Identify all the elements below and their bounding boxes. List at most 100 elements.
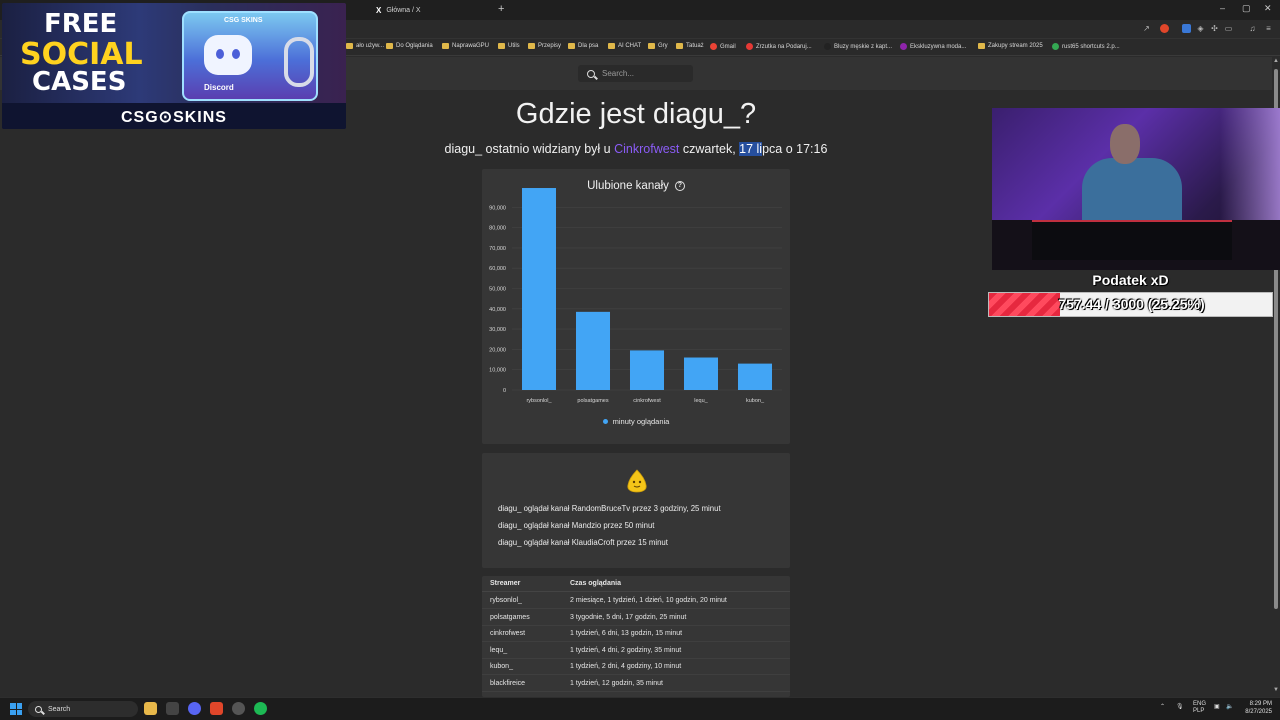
bookmark-item[interactable]: Gmail xyxy=(710,43,736,50)
language-indicator[interactable]: ENG PLP xyxy=(1193,701,1206,715)
watch-time-cell: 1 tydzień, 2 dni, 4 godziny, 10 minut xyxy=(570,663,682,670)
bookmark-item[interactable]: rust65 shortcuts 2.p... xyxy=(1052,43,1120,50)
sidebar-icon[interactable]: ▭ xyxy=(1224,24,1233,33)
search-box[interactable] xyxy=(578,65,693,82)
table-row: lequ_ 1 tydzień, 4 dni, 2 godziny, 35 min… xyxy=(482,643,790,659)
table-row: cinkrofwest 1 tydzień, 6 dni, 13 godzin, … xyxy=(482,626,790,642)
microphone-icon[interactable]: 🎙 xyxy=(1176,703,1184,710)
bar-polsatgames[interactable] xyxy=(575,311,611,390)
bar-cinkrofwest[interactable] xyxy=(629,350,665,390)
bookmark-item[interactable]: Gry xyxy=(648,43,668,49)
favorite-channels-chart: 0 10,000 20,000 30,000 40,000 50,000 60,000 70,… xyxy=(489,188,782,404)
goal-title: Podatek xD xyxy=(1092,272,1169,288)
puzzle-icon[interactable]: ✣ xyxy=(1210,24,1219,33)
favorite-channels-card: 0 10,000 20,000 30,000 40,000 50,000 60,000 70,… xyxy=(482,169,790,444)
header-watch-time[interactable]: Czas oglądania xyxy=(570,580,621,587)
bookmark-item[interactable]: Ekskluzywna moda... xyxy=(900,43,966,50)
zrzutka-icon xyxy=(746,43,753,50)
spotify-icon[interactable] xyxy=(254,702,267,715)
taskbar-clock[interactable]: 8:29 PM 8/27/2025 xyxy=(1240,700,1272,716)
bookmark-item[interactable]: ało używ... xyxy=(346,43,384,49)
volume-icon[interactable]: 🔈 xyxy=(1226,703,1233,710)
browser-tab-x[interactable]: X Główna / X xyxy=(376,2,421,18)
chart-legend[interactable]: minuty oglądania xyxy=(482,417,790,426)
bookmark-item[interactable]: AI CHAT xyxy=(608,43,641,49)
bookmark-item[interactable]: Dla psa xyxy=(568,43,598,49)
streamer-cell: blackfireice xyxy=(490,679,526,687)
table-header-row: Streamer Czas oglądania xyxy=(482,576,790,592)
tray-chevron-icon[interactable]: ⌃ xyxy=(1160,703,1165,710)
brave-browser-icon[interactable] xyxy=(210,702,223,715)
fashion-icon xyxy=(900,43,907,50)
minimize-button[interactable]: – xyxy=(1220,3,1225,13)
y-tick-label: 30,000 xyxy=(489,327,506,333)
share-icon[interactable]: ↗ xyxy=(1142,24,1151,33)
search-input[interactable] xyxy=(602,69,682,78)
taskbar-search-label: Search xyxy=(48,705,71,713)
bookmark-item[interactable]: Przepisy xyxy=(528,43,561,49)
legend-marker xyxy=(602,419,608,424)
promo-brand: CSG⊙SKINS xyxy=(121,109,227,126)
bookmark-label: Zakupy stream 2025 xyxy=(988,43,1043,49)
scroll-down-icon[interactable]: ▼ xyxy=(1273,687,1279,693)
folder-icon xyxy=(648,43,655,49)
last-seen-prefix: diagu_ ostatnio widziany był u xyxy=(444,142,615,156)
case-label: Discord xyxy=(204,83,234,92)
bar-rybsonlol_[interactable] xyxy=(521,188,557,390)
webcam-person-head xyxy=(1110,124,1140,164)
bookmark-item[interactable]: Utils xyxy=(498,43,520,49)
clock-date: 8/27/2025 xyxy=(1245,709,1272,715)
bar-lequ_[interactable] xyxy=(683,357,719,390)
bookmark-item[interactable]: Tatuaż xyxy=(676,43,704,49)
y-tick-label: 20,000 xyxy=(489,347,506,353)
search-icon xyxy=(35,705,42,713)
help-icon[interactable]: ? xyxy=(674,181,685,191)
case-tag: CSG SKINS xyxy=(224,17,263,24)
bookmark-label: NaprawaGPU xyxy=(452,43,490,49)
bookmark-item[interactable]: Do Oglądania xyxy=(386,43,433,49)
webcam-desk-mat xyxy=(1032,220,1232,260)
selected-text: 17 li xyxy=(739,142,763,156)
windows-start-icon[interactable] xyxy=(10,703,22,715)
messenger-icon[interactable] xyxy=(188,702,201,715)
x-logo-icon: X xyxy=(376,5,382,15)
tab-title: Główna / X xyxy=(386,6,421,14)
streamer-cell: rybsonlol_ xyxy=(490,597,522,604)
taskbar-search[interactable]: Search xyxy=(28,701,138,717)
webcam-person xyxy=(1082,158,1182,228)
brave-shield-icon[interactable] xyxy=(1160,24,1169,33)
bookmark-label: Bluzy męskie z kapt... xyxy=(834,43,893,50)
file-explorer-icon[interactable] xyxy=(144,702,157,715)
hands-emoji-icon xyxy=(627,469,647,493)
network-icon[interactable]: ▣ xyxy=(1214,703,1220,710)
bookmark-item[interactable]: Zakupy stream 2025 xyxy=(978,43,1043,49)
bookmark-item[interactable]: Zrzutka na Podaruj... xyxy=(746,43,812,50)
new-tab-button[interactable]: + xyxy=(498,3,504,15)
scroll-up-icon[interactable]: ▲ xyxy=(1273,58,1279,64)
media-icon[interactable]: ♫ xyxy=(1248,24,1257,33)
extension-icon-2[interactable]: ◈ xyxy=(1196,24,1205,33)
watch-time-cell: 1 tydzień, 12 godzin, 35 minut xyxy=(570,679,664,687)
folder-icon xyxy=(568,43,575,49)
header-streamer[interactable]: Streamer xyxy=(490,580,520,587)
watch-time-cell: 2 miesiące, 1 tydzień, 1 dzień, 10 godzi… xyxy=(570,597,727,604)
last-seen-channel-link[interactable]: Cinkrofwest xyxy=(614,142,679,156)
x-tick-label: kubon_ xyxy=(746,398,765,404)
bar-kubon_[interactable] xyxy=(737,363,773,390)
bookmark-label: Gmail xyxy=(720,43,736,50)
extension-icon[interactable] xyxy=(1182,24,1191,33)
store-icon[interactable] xyxy=(166,702,179,715)
steam-icon[interactable] xyxy=(232,702,245,715)
maximize-button[interactable]: ▢ xyxy=(1242,3,1251,14)
bookmark-item[interactable]: NaprawaGPU xyxy=(442,43,489,49)
close-window-button[interactable]: ✕ xyxy=(1264,3,1272,14)
menu-icon[interactable]: ≡ xyxy=(1264,24,1273,33)
bookmark-item[interactable]: Bluzy męskie z kapt... xyxy=(824,43,892,50)
bookmark-label: Ekskluzywna moda... xyxy=(910,43,967,50)
streamer-cell: polsatgames xyxy=(490,613,530,621)
bookmark-label: Zrzutka na Podaruj... xyxy=(756,43,812,50)
table-row: blackfireice 1 tydzień, 12 godzin, 35 min… xyxy=(482,676,790,692)
x-tick-label: lequ_ xyxy=(694,398,708,404)
watch-time-cell: 3 tygodnie, 5 dni, 17 godzin, 25 minut xyxy=(570,613,687,621)
y-tick-label: 0 xyxy=(503,388,506,394)
